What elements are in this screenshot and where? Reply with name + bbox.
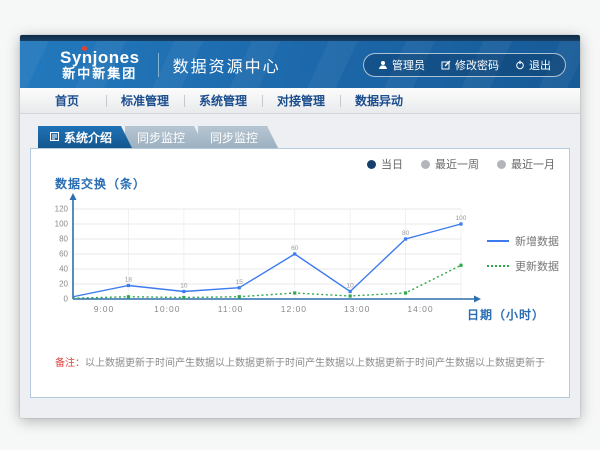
y-axis-title: 数据交换（条）	[55, 175, 146, 192]
svg-text:15: 15	[236, 279, 244, 286]
footnote-prefix: 备注：	[55, 358, 85, 369]
logo-accent-dot	[82, 46, 87, 51]
svg-text:60: 60	[59, 250, 68, 259]
legend-item-new-data: 新增数据	[487, 233, 559, 249]
nav-item-data-change[interactable]: 数据异动	[340, 88, 418, 113]
edit-icon	[441, 60, 451, 70]
power-icon	[515, 60, 525, 70]
radio-dot-selected	[367, 160, 376, 169]
footnote-text: 以上数据更新于时间产生数据以上数据更新于时间产生数据以上数据更新于时间产生数据以…	[85, 358, 545, 369]
tab-sync-monitor-1[interactable]: 同步监控	[125, 126, 205, 148]
legend-item-updated-data: 更新数据	[487, 258, 559, 274]
user-icon	[378, 60, 388, 70]
user-menu[interactable]: 管理员	[378, 57, 425, 73]
legend-label: 更新数据	[515, 258, 559, 274]
svg-text:14:00: 14:00	[407, 304, 433, 314]
time-filter: 当日 最近一周 最近一月	[367, 156, 555, 172]
nav-item-home[interactable]: 首页	[28, 88, 106, 113]
svg-text:20: 20	[59, 280, 68, 289]
tab-system-intro[interactable]: 系统介绍	[38, 126, 132, 148]
logo: Synjones 新中新集团	[60, 49, 140, 80]
radio-label: 最近一月	[511, 156, 555, 172]
radio-dot	[497, 160, 506, 169]
header-divider	[158, 53, 159, 77]
change-password-label: 修改密码	[455, 57, 499, 73]
svg-text:18: 18	[125, 277, 133, 284]
app-header: Synjones 新中新集团 数据资源中心 管理员 修改密码	[20, 41, 580, 88]
svg-text:10: 10	[347, 283, 355, 290]
svg-text:10:00: 10:00	[154, 304, 180, 314]
logout-label: 退出	[529, 57, 551, 73]
svg-text:60: 60	[291, 245, 299, 252]
nav-item-standard-mgmt[interactable]: 标准管理	[106, 88, 184, 113]
svg-text:11:00: 11:00	[218, 304, 244, 314]
solid-line-swatch-icon	[487, 240, 509, 242]
radio-today[interactable]: 当日	[367, 156, 403, 172]
nav-item-integration-mgmt[interactable]: 对接管理	[262, 88, 340, 113]
dotted-line-swatch-icon	[487, 265, 509, 267]
tab-label: 同步监控	[137, 129, 185, 146]
chart-panel: 当日 最近一周 最近一月 数据交换（条） 日期（小时） 020406080100…	[30, 148, 570, 398]
radio-last-week[interactable]: 最近一周	[421, 156, 479, 172]
username-label: 管理员	[392, 57, 425, 73]
svg-text:9:00: 9:00	[94, 304, 115, 314]
radio-label: 当日	[381, 156, 403, 172]
svg-text:12:00: 12:00	[281, 304, 307, 314]
svg-text:10: 10	[180, 283, 188, 290]
tab-label: 同步监控	[210, 129, 258, 146]
svg-text:80: 80	[59, 235, 68, 244]
nav-item-system-mgmt[interactable]: 系统管理	[184, 88, 262, 113]
radio-dot	[421, 160, 430, 169]
change-password-button[interactable]: 修改密码	[441, 57, 499, 73]
footnote: 备注：以上数据更新于时间产生数据以上数据更新于时间产生数据以上数据更新于时间产生…	[31, 354, 569, 369]
tab-bar: 系统介绍 同步监控 同步监控	[38, 126, 570, 148]
app-window: Synjones 新中新集团 数据资源中心 管理员 修改密码	[20, 35, 580, 418]
svg-text:100: 100	[55, 220, 69, 229]
page-title: 数据资源中心	[173, 53, 281, 77]
svg-text:80: 80	[402, 230, 410, 237]
svg-text:40: 40	[59, 265, 68, 274]
radio-label: 最近一周	[435, 156, 479, 172]
svg-text:0: 0	[64, 295, 69, 304]
content-area: 系统介绍 同步监控 同步监控 当日 最近一周	[20, 114, 580, 418]
svg-text:100: 100	[456, 215, 467, 222]
logo-subtext: 新中新集团	[60, 67, 140, 81]
legend-label: 新增数据	[515, 233, 559, 249]
logo-text: Synjones	[60, 49, 140, 67]
radio-last-month[interactable]: 最近一月	[497, 156, 555, 172]
user-bar: 管理员 修改密码 退出	[363, 53, 566, 77]
svg-text:120: 120	[55, 205, 69, 214]
tab-sync-monitor-2[interactable]: 同步监控	[198, 126, 278, 148]
document-icon	[50, 130, 59, 144]
logout-button[interactable]: 退出	[515, 57, 551, 73]
chart-legend: 新增数据 更新数据	[487, 233, 559, 274]
line-chart: 0 20 40 60 80 100 120 9:00 10:00 11:00 12:00 13:00 1…	[41, 191, 501, 319]
main-nav: 首页 标准管理 系统管理 对接管理 数据异动	[20, 88, 580, 114]
svg-text:13:00: 13:00	[344, 304, 370, 314]
tab-label: 系统介绍	[64, 129, 112, 146]
